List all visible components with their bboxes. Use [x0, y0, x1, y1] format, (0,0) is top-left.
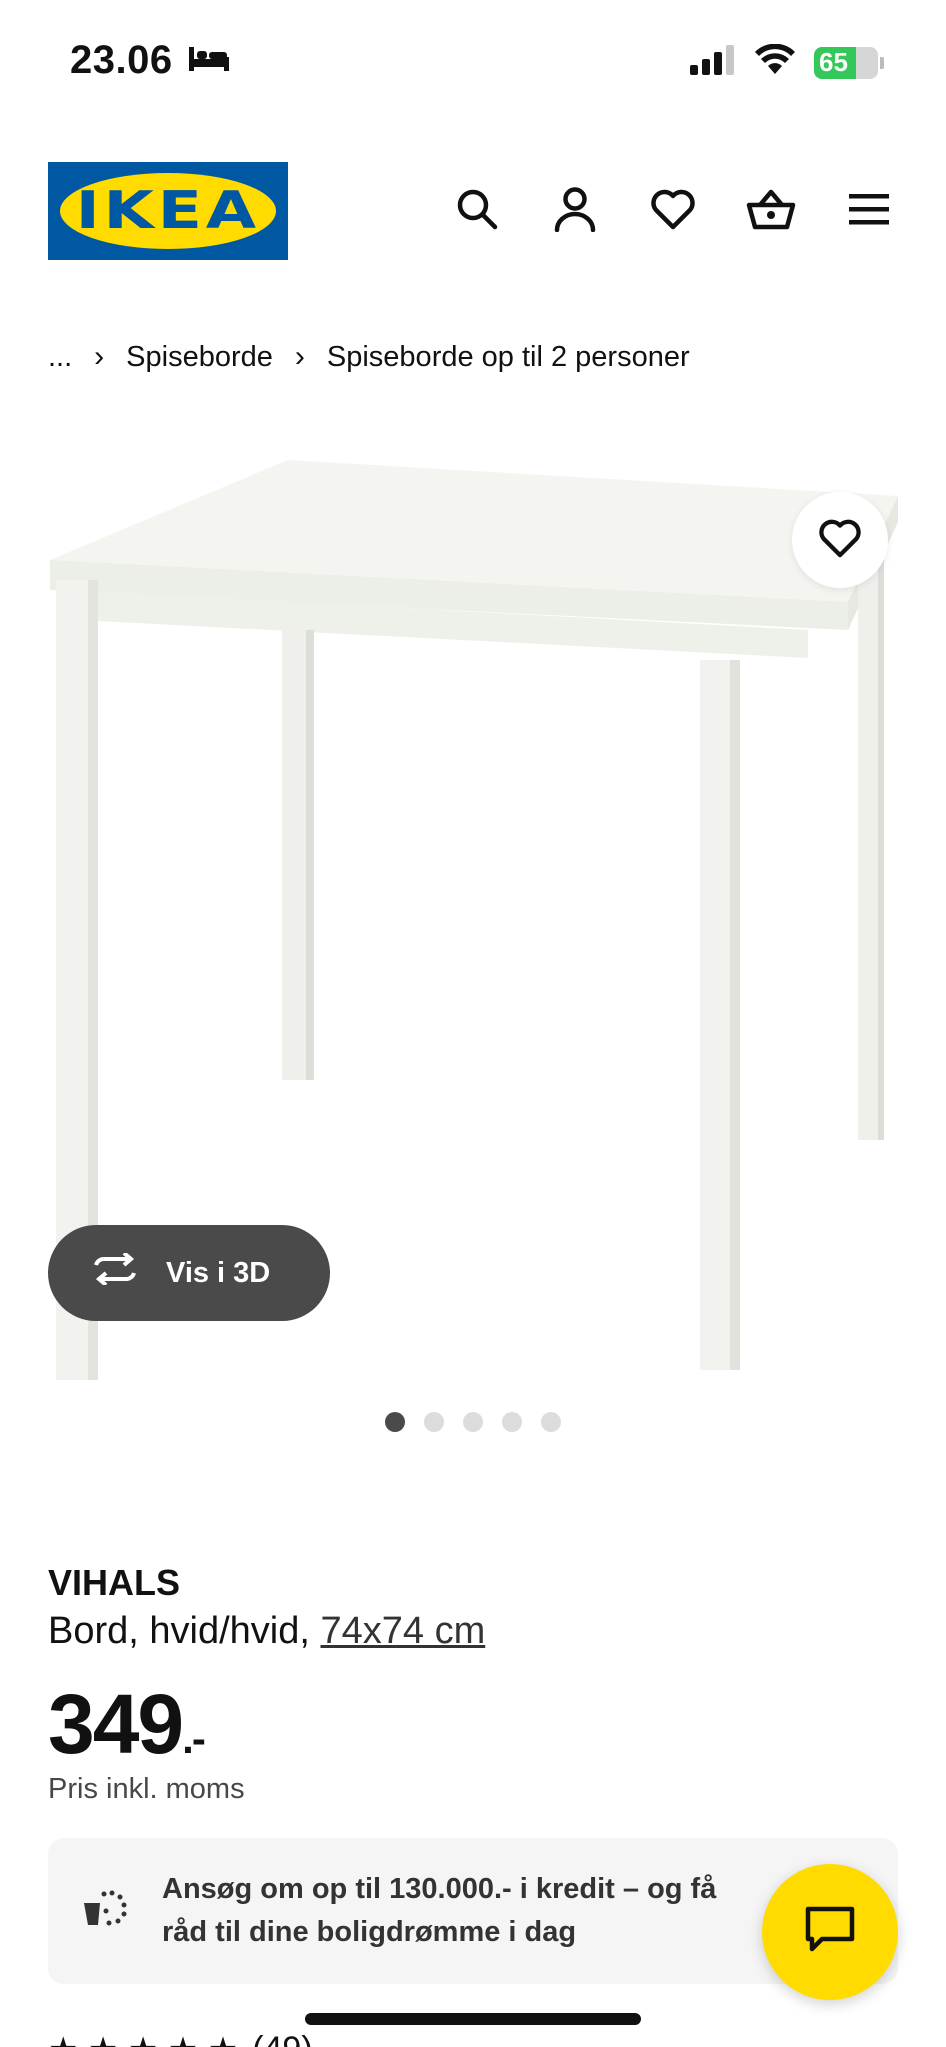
status-bar: 23.06 65: [0, 0, 946, 120]
credit-offer-text: Ansøg om op til 130.000.- i kredit – og …: [162, 1873, 717, 1948]
heart-icon: [650, 188, 696, 235]
product-type-color: Bord, hvid/hvid,: [48, 1610, 321, 1652]
wifi-icon: [754, 43, 796, 81]
status-time: 23.06: [70, 38, 173, 82]
heart-icon: [818, 518, 862, 563]
battery-level: 65: [819, 47, 848, 77]
search-button[interactable]: [448, 182, 506, 240]
price-suffix: .-: [182, 1715, 206, 1762]
breadcrumb-separator: ›: [94, 340, 105, 373]
view-in-3d-label: Vis i 3D: [166, 1256, 271, 1289]
basket-button[interactable]: [742, 182, 800, 240]
product-rating[interactable]: ★ ★ ★ ★ ★ (49): [48, 2030, 313, 2047]
chat-bubble-icon: [804, 1905, 856, 1960]
product-size-link[interactable]: 74x74 cm: [320, 1610, 485, 1652]
rotate-3d-icon: [90, 1251, 140, 1293]
star-rating-icon: ★ ★ ★ ★ ★: [48, 2030, 238, 2047]
breadcrumb-spiseborde[interactable]: Spiseborde: [126, 341, 273, 374]
cellular-signal-icon: [690, 45, 736, 80]
logo-text: IKEA: [75, 181, 261, 241]
search-icon: [455, 187, 499, 236]
menu-icon: [848, 192, 890, 231]
home-indicator: [305, 2013, 641, 2025]
product-price: 349.-: [48, 1676, 206, 1773]
gallery-pagination: [0, 1412, 946, 1432]
sleep-bed-icon: [187, 38, 231, 83]
account-button[interactable]: [546, 182, 604, 240]
battery-indicator: 65: [814, 46, 884, 79]
breadcrumb: ... › Spiseborde › Spiseborde op til 2 p…: [48, 340, 690, 374]
credit-icon: [82, 1889, 128, 1934]
gallery-dot[interactable]: [463, 1412, 483, 1432]
vat-note: Pris inkl. moms: [48, 1773, 245, 1805]
gallery-dot[interactable]: [541, 1412, 561, 1432]
price-value: 349: [48, 1677, 184, 1771]
battery-icon: 65: [814, 46, 878, 79]
favourites-button[interactable]: [644, 182, 702, 240]
chat-button[interactable]: [762, 1864, 898, 2000]
basket-icon: [746, 187, 796, 236]
status-indicators: 65: [690, 43, 884, 81]
site-header: IKEA: [0, 160, 946, 262]
review-count: (49): [252, 2030, 312, 2047]
breadcrumb-current[interactable]: Spiseborde op til 2 personer: [327, 341, 690, 374]
gallery-dot[interactable]: [424, 1412, 444, 1432]
header-actions: [448, 182, 898, 240]
menu-button[interactable]: [840, 182, 898, 240]
gallery-dot[interactable]: [502, 1412, 522, 1432]
product-description: Bord, hvid/hvid, 74x74 cm: [48, 1610, 485, 1653]
add-to-favourites-button[interactable]: [792, 492, 888, 588]
status-time-group: 23.06: [70, 38, 231, 83]
breadcrumb-ellipsis[interactable]: ...: [48, 341, 72, 374]
breadcrumb-separator: ›: [294, 340, 305, 373]
product-name: VIHALS: [48, 1562, 181, 1603]
ikea-logo[interactable]: IKEA: [48, 162, 288, 260]
gallery-dot[interactable]: [385, 1412, 405, 1432]
account-icon: [553, 186, 597, 237]
view-in-3d-button[interactable]: Vis i 3D: [48, 1225, 330, 1321]
